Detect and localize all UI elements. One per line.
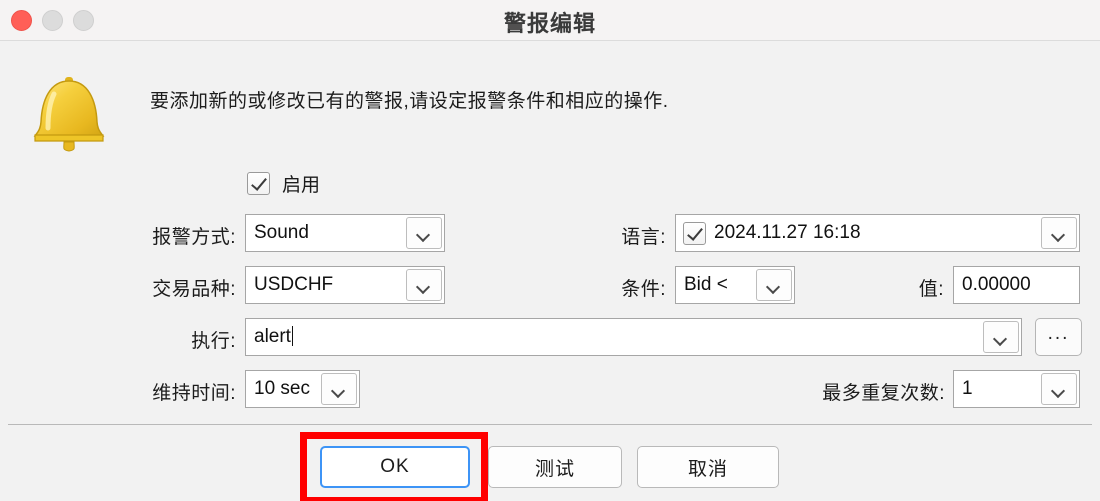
alert-editor-window: 警报编辑 要添加新的或修改已有的警报,请设定报警条件和相应的操作. 启用 报警方… (0, 0, 1100, 501)
enable-checkbox[interactable] (247, 172, 270, 195)
chevron-down-icon[interactable] (983, 321, 1019, 353)
chevron-down-icon[interactable] (1041, 373, 1077, 405)
symbol-select[interactable]: USDCHF (245, 266, 445, 304)
source-label: 执行: (191, 331, 236, 352)
expiration-label: 语言: (621, 227, 666, 248)
chevron-down-icon[interactable] (756, 269, 792, 301)
ok-button[interactable]: OK (320, 446, 470, 488)
alert-type-value: Sound (254, 222, 309, 243)
alert-type-select[interactable]: Sound (245, 214, 445, 252)
footer-separator (8, 424, 1092, 425)
enable-label: 启用 (282, 175, 321, 196)
chevron-down-icon[interactable] (321, 373, 357, 405)
cancel-button[interactable]: 取消 (637, 446, 779, 488)
alert-type-label: 报警方式: (152, 227, 236, 248)
timeout-label: 维持时间: (152, 383, 236, 404)
browse-button[interactable]: ... (1035, 318, 1082, 356)
dialog-description: 要添加新的或修改已有的警报,请设定报警条件和相应的操作. (150, 91, 669, 112)
timeout-value: 10 sec (254, 378, 310, 399)
expiration-value: 2024.11.27 16:18 (714, 222, 861, 243)
enable-row[interactable]: 启用 (247, 170, 320, 197)
test-button[interactable]: 测试 (488, 446, 622, 488)
condition-value: Bid < (684, 274, 728, 295)
max-iterations-label: 最多重复次数: (822, 383, 945, 404)
timeout-select[interactable]: 10 sec (245, 370, 360, 408)
bell-icon (26, 72, 112, 156)
value-input-value: 0.00000 (962, 274, 1031, 295)
source-value: alert (254, 326, 293, 347)
expiration-checkbox[interactable] (683, 221, 706, 245)
source-combobox[interactable]: alert (245, 318, 1022, 356)
expiration-select[interactable]: 2024.11.27 16:18 (675, 214, 1080, 252)
condition-label: 条件: (621, 279, 666, 300)
text-caret (291, 326, 293, 346)
chevron-down-icon[interactable] (406, 217, 442, 249)
max-iterations-select[interactable]: 1 (953, 370, 1080, 408)
chevron-down-icon[interactable] (406, 269, 442, 301)
value-input[interactable]: 0.00000 (953, 266, 1080, 304)
chevron-down-icon[interactable] (1041, 217, 1077, 249)
max-iterations-value: 1 (962, 378, 973, 399)
symbol-value: USDCHF (254, 274, 334, 295)
title-bar: 警报编辑 (0, 0, 1100, 41)
value-label: 值: (918, 279, 944, 300)
symbol-label: 交易品种: (152, 279, 236, 300)
window-title: 警报编辑 (503, 11, 596, 36)
condition-select[interactable]: Bid < (675, 266, 795, 304)
